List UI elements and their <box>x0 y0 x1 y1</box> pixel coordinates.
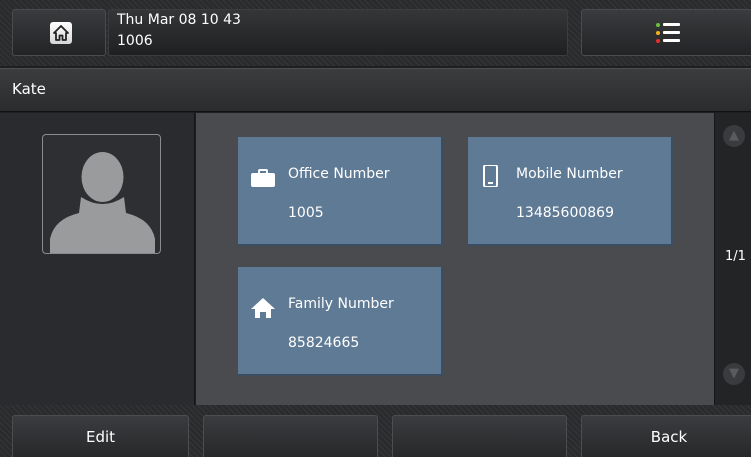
arrow-down-icon[interactable]: ▼ <box>723 363 745 385</box>
arrow-up-icon[interactable]: ▲ <box>723 125 745 147</box>
contact-photo[interactable] <box>42 134 161 254</box>
page-indicator: 1/1 <box>725 249 746 264</box>
home-button[interactable] <box>12 9 106 56</box>
briefcase-icon <box>251 169 275 187</box>
mobile-phone-icon <box>483 165 498 187</box>
back-softkey[interactable]: Back <box>581 415 751 457</box>
mobile-number-label: Mobile Number <box>516 166 623 182</box>
contact-name: Kate <box>12 80 46 98</box>
mobile-number-value: 13485600869 <box>516 205 614 221</box>
mobile-number-card[interactable]: Mobile Number 13485600869 <box>468 137 673 246</box>
house-icon <box>251 298 275 318</box>
person-silhouette-icon <box>50 152 155 253</box>
office-number-label: Office Number <box>288 166 390 182</box>
status-bar: Thu Mar 08 10 43 1006 <box>0 0 751 66</box>
office-number-card[interactable]: Office Number 1005 <box>238 137 443 246</box>
home-icon <box>50 22 72 44</box>
softkey-3[interactable] <box>392 415 567 457</box>
contact-numbers-area: Office Number 1005 Mobile Number 1348560… <box>196 113 714 405</box>
edit-softkey[interactable]: Edit <box>12 415 189 457</box>
office-number-value: 1005 <box>288 205 324 221</box>
menu-button[interactable] <box>581 9 751 56</box>
menu-list-icon <box>656 23 680 45</box>
photo-panel <box>0 113 195 405</box>
clock-panel: Thu Mar 08 10 43 1006 <box>108 9 568 56</box>
account-number: 1006 <box>117 33 153 49</box>
family-number-label: Family Number <box>288 296 394 312</box>
softkey-bar: Edit Back <box>0 405 751 457</box>
family-number-card[interactable]: Family Number 85824665 <box>238 267 443 376</box>
date-time: Thu Mar 08 10 43 <box>117 12 241 28</box>
page-scroller: ▲ 1/1 ▼ <box>714 113 751 405</box>
softkey-2[interactable] <box>203 415 378 457</box>
contact-title-bar: Kate <box>0 68 751 112</box>
family-number-value: 85824665 <box>288 335 360 351</box>
